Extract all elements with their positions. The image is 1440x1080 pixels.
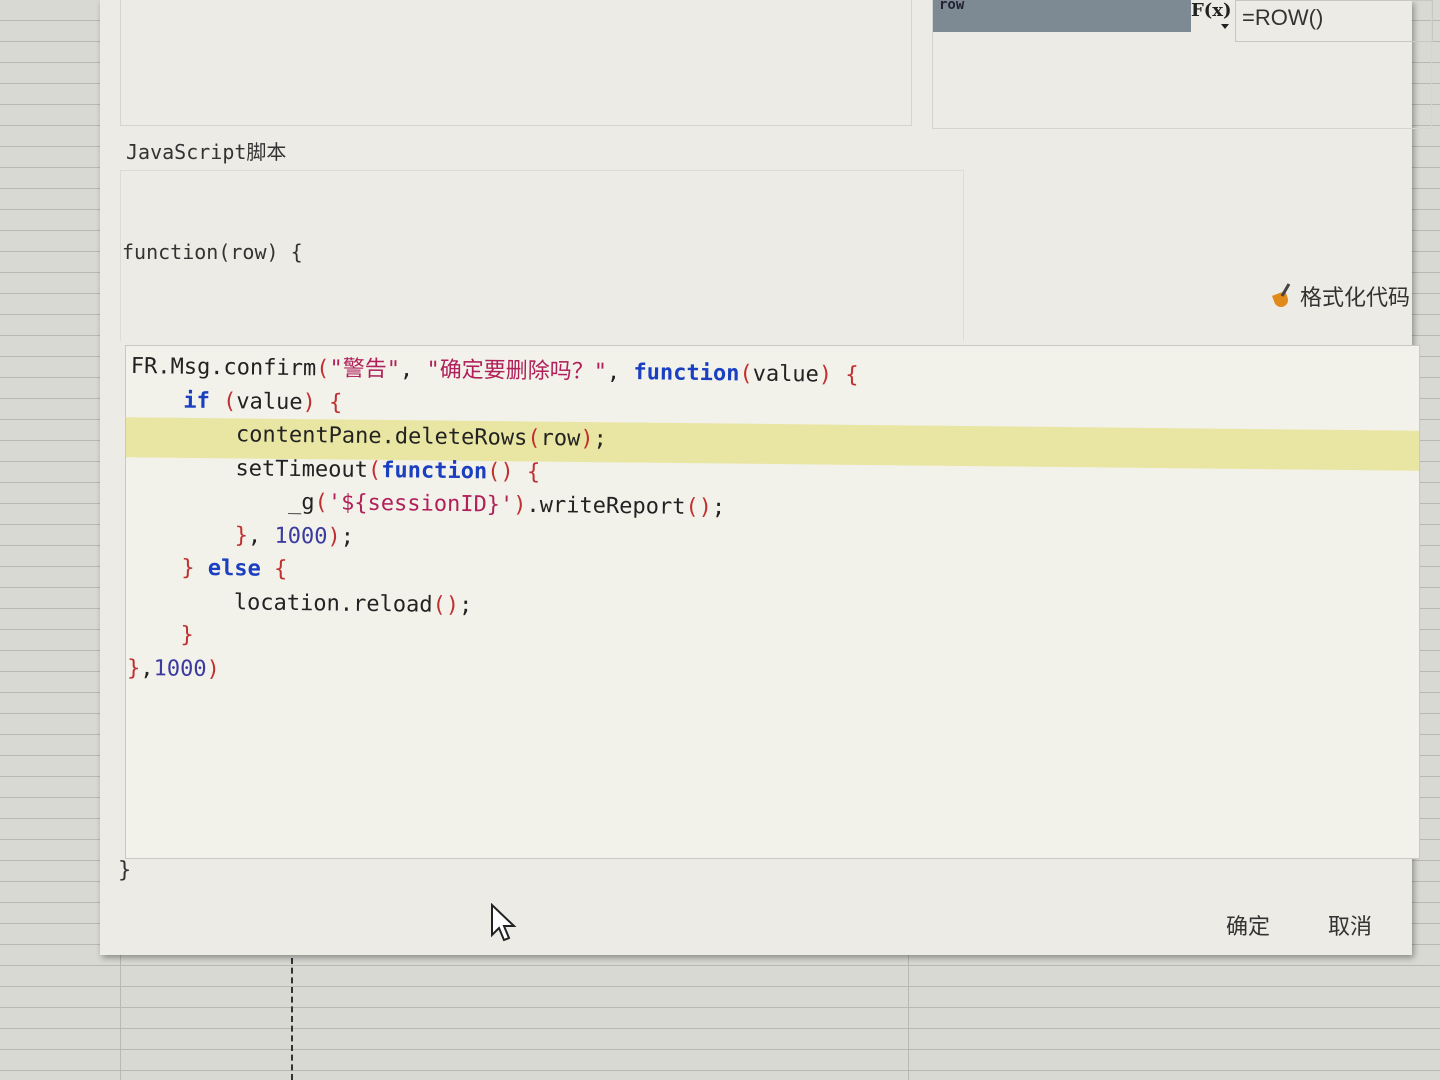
mouse-pointer-icon (491, 903, 517, 942)
grid-line (908, 955, 909, 1080)
code-token-paren: ) (513, 492, 527, 518)
code-token-keyword: function (633, 360, 740, 387)
code-token-string: '${sessionID}' (327, 490, 514, 518)
formula-icon[interactable]: F(x) (1191, 0, 1232, 21)
cancel-button[interactable]: 取消 (1322, 908, 1378, 942)
code-token-plain: ; (458, 592, 473, 618)
javascript-dialog: row F(x) =ROW() JavaScript脚本 function(ro… (100, 0, 1433, 955)
code-token-paren: ( (739, 361, 753, 387)
code-token-paren: () (487, 458, 514, 485)
code-token-string: "确定要删除吗？" (426, 357, 608, 385)
code-token-paren: { (526, 459, 541, 485)
function-header: function(row) { (122, 240, 303, 264)
code-token-plain: value (752, 361, 820, 388)
code-token-paren: ) (818, 362, 833, 388)
code-token-string: "警告" (329, 356, 401, 383)
code-token-plain: , (606, 359, 634, 386)
dropdown-arrow-icon[interactable] (1221, 24, 1229, 29)
function-footer: } (118, 858, 132, 883)
parameter-panel (120, 0, 912, 126)
code-token-paren: ) (580, 426, 594, 452)
code-token-paren: ( (314, 490, 328, 516)
code-token-plain: contentPane.deleteRows (129, 420, 528, 451)
code-token-paren: ) (327, 523, 341, 550)
property-panel: row F(x) =ROW() (932, 0, 1433, 129)
code-token-paren: ) (206, 656, 220, 682)
code-token-plain: setTimeout (129, 454, 369, 483)
code-token-paren: } (234, 522, 249, 548)
code-editor[interactable]: FR.Msg.confirm("警告", "确定要删除吗？", function… (125, 345, 1420, 859)
format-code-button[interactable]: 格式化代码 (1272, 280, 1410, 312)
page-break-line (291, 958, 293, 1080)
code-token-plain: ; (593, 426, 607, 452)
property-name: row (933, 0, 1191, 32)
code-token-plain: FR.Msg.confirm (130, 353, 317, 382)
code-token-plain: , (247, 522, 275, 549)
code-token-paren: () (685, 494, 713, 521)
code-token-plain: location.reload (127, 588, 433, 618)
code-token-paren: } (126, 655, 141, 681)
code-token-plain: _g (129, 487, 315, 516)
code-token-paren: ) (302, 389, 316, 415)
code-token-keyword: else (207, 555, 261, 582)
code-token-paren: { (845, 362, 859, 388)
code-token-paren: ( (316, 356, 330, 382)
code-token-number: 1000 (153, 655, 207, 682)
code-token-keyword: if (183, 388, 211, 414)
code-token-plain: , (399, 357, 427, 383)
section-label: JavaScript脚本 (126, 140, 287, 164)
code-token-paren: ( (367, 457, 382, 483)
code-token-plain: .writeReport (526, 492, 686, 520)
code-token-paren: { (273, 556, 288, 582)
code-token-plain: ; (340, 524, 355, 550)
code-content[interactable]: FR.Msg.confirm("警告", "确定要删除吗？", function… (127, 350, 859, 694)
code-token-paren: } (180, 622, 194, 648)
code-token-plain: row (540, 426, 581, 452)
code-token-paren: ( (527, 425, 541, 452)
code-token-paren: () (432, 592, 460, 618)
code-token-paren: ( (222, 388, 237, 414)
code-token-plain: ; (711, 495, 726, 521)
formula-field[interactable]: =ROW() (1235, 0, 1433, 42)
format-code-label: 格式化代码 (1300, 286, 1411, 311)
brush-icon (1272, 283, 1294, 309)
grid-line (120, 955, 121, 1080)
code-token-paren: } (181, 555, 195, 581)
code-token-number: 1000 (274, 523, 328, 549)
code-token-plain: , (140, 655, 154, 681)
code-token-paren: { (328, 389, 343, 416)
ok-button[interactable]: 确定 (1220, 908, 1276, 942)
code-token-keyword: function (381, 457, 488, 484)
code-token-plain: value (236, 388, 303, 415)
